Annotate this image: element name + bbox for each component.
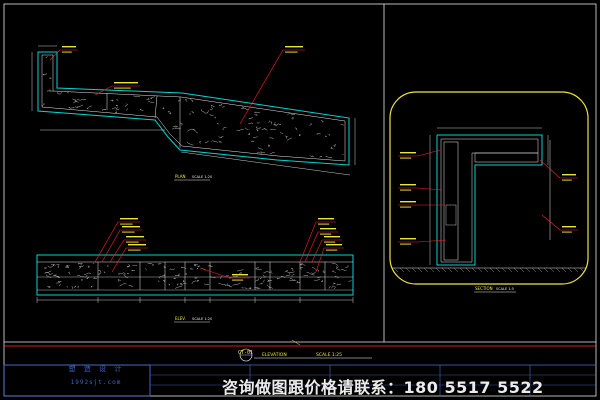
plan-label: PLAN (175, 174, 185, 179)
leader-note-mark (128, 244, 146, 246)
leader-note-mark (318, 223, 330, 225)
leader-note-mark (400, 157, 412, 159)
leader-note-mark (232, 274, 248, 276)
leader-note-mark (120, 223, 133, 225)
leader-note-mark (400, 184, 416, 186)
leader-note-mark (326, 244, 342, 246)
leader-note-mark (400, 243, 412, 245)
leader-note-mark (400, 201, 416, 203)
leader-note-mark (128, 249, 141, 251)
title-scale: SCALE 1:25 (316, 352, 342, 358)
leader-note-mark (562, 226, 576, 228)
leader-note-mark (562, 174, 576, 176)
section-scale: SCALE 1:5 (496, 287, 514, 291)
leader-note-mark (400, 238, 416, 240)
leader-note-mark (326, 249, 338, 251)
logo-url: 1992sjt.com (70, 379, 122, 386)
elevation-label: ELEV. (175, 316, 186, 321)
section-label: SECTION (475, 286, 493, 291)
leader-note-mark (114, 82, 138, 84)
sheet-code: CT-01 (238, 350, 253, 356)
drawing-background (0, 0, 600, 400)
leader-note-mark (126, 241, 139, 243)
leader-note-mark (324, 236, 340, 238)
leader-note-mark (285, 46, 303, 48)
leader-note-mark (122, 226, 140, 228)
drawing-title: ELEVATION (262, 352, 287, 358)
leader-note-mark (324, 241, 336, 243)
leader-note-mark (122, 231, 135, 233)
leader-note-mark (232, 279, 244, 281)
leader-note-mark (114, 87, 131, 89)
contact-watermark: 咨询做图跟价格请联系：180 5517 5522 (222, 378, 544, 397)
leader-note-mark (126, 236, 144, 238)
cad-drawing-canvas: CT-01 ELEVATION SCALE 1:25 PLAN SCALE 1:… (0, 0, 600, 400)
leader-note-mark (318, 218, 334, 220)
leader-note-mark (562, 179, 572, 181)
leader-note-mark (320, 233, 332, 235)
plan-marble-vein (328, 134, 331, 136)
leader-note-mark (62, 46, 76, 48)
elevation-scale: SCALE 1:20 (192, 317, 212, 321)
leader-note-mark (320, 228, 336, 230)
leader-note-mark (120, 218, 138, 220)
leader-note-mark (400, 206, 412, 208)
company-logo: 塑 造 设 计 1992sjt.com (46, 364, 146, 386)
leader-note-mark (400, 189, 412, 191)
leader-note-mark (562, 231, 572, 233)
leader-note-mark (285, 51, 298, 53)
leader-note-mark (400, 152, 416, 154)
leader-note-mark (62, 51, 72, 53)
logo-text: 塑 造 设 计 (68, 365, 124, 373)
plan-scale: SCALE 1:20 (192, 175, 212, 179)
elevation-marble-vein (168, 283, 170, 286)
